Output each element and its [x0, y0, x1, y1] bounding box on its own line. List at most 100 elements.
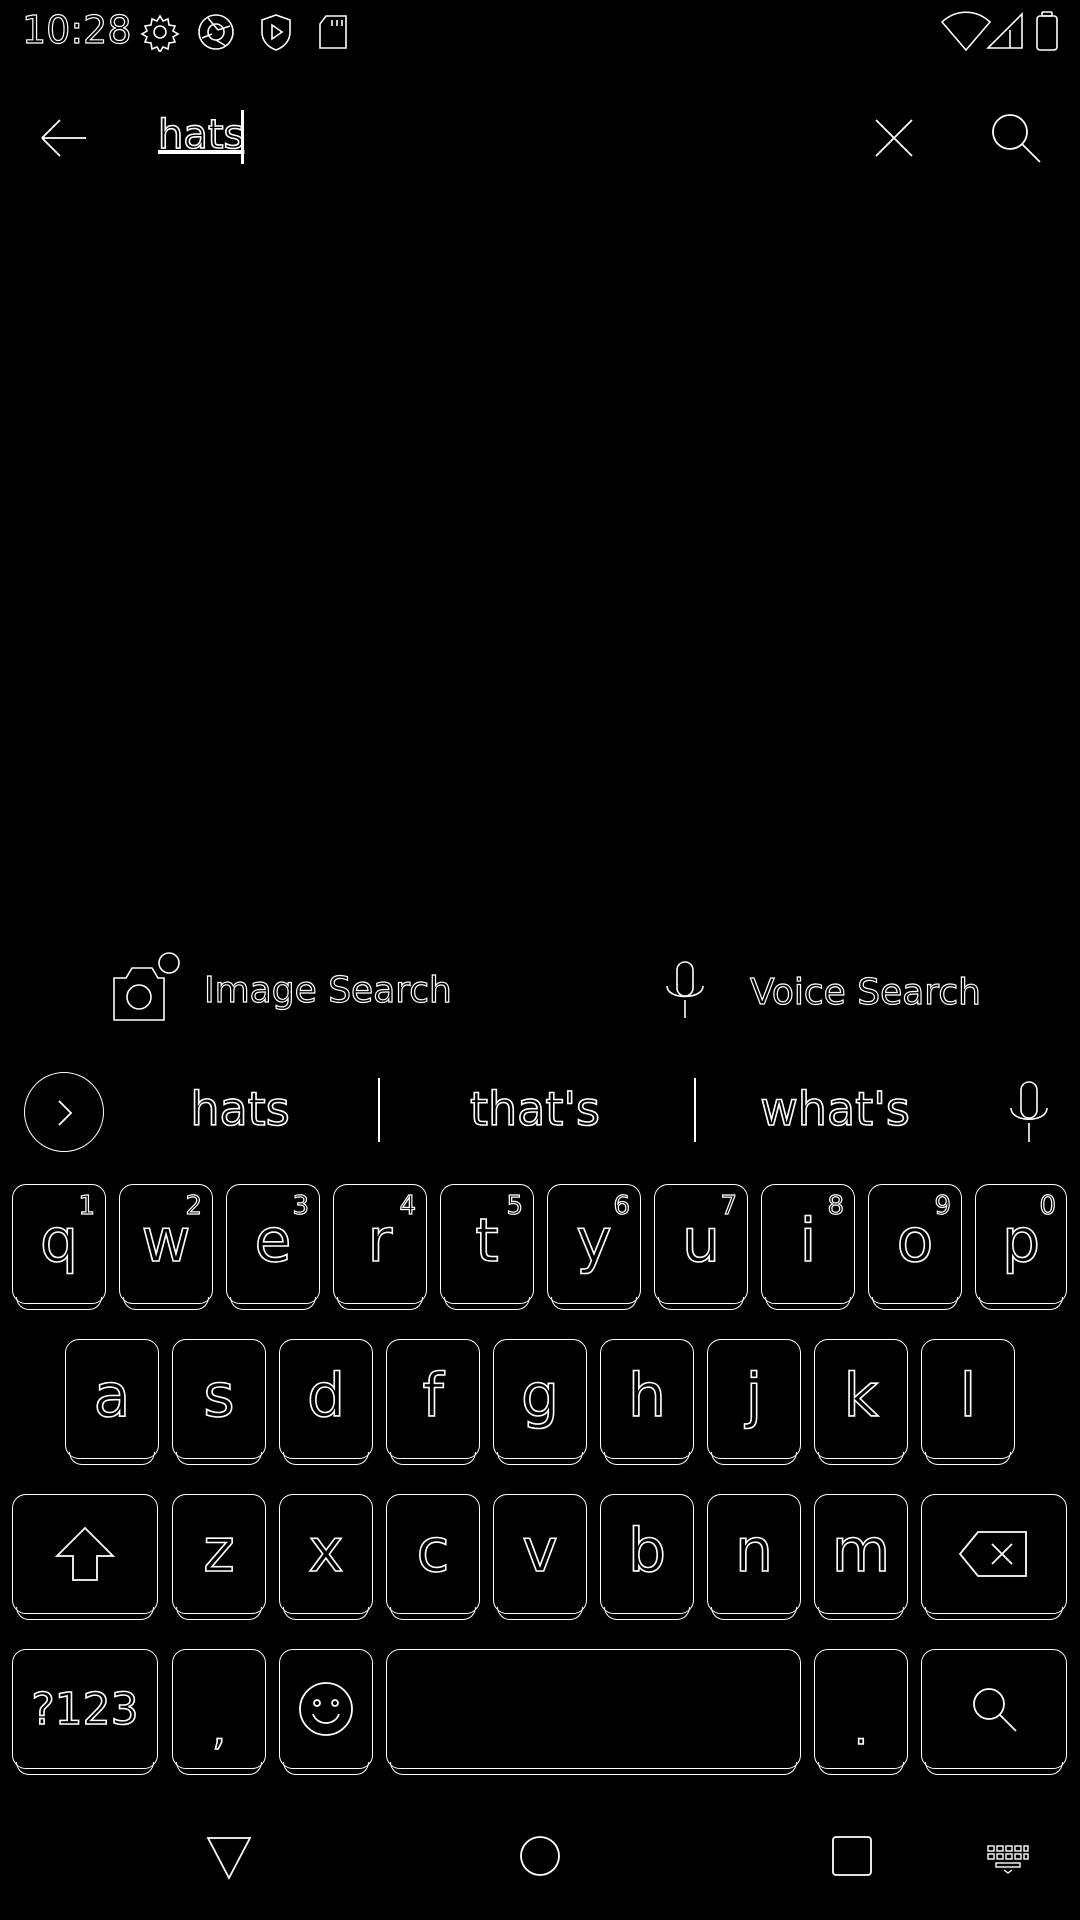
- key-p[interactable]: p0: [975, 1184, 1067, 1310]
- suggestion-item[interactable]: hats: [120, 1081, 360, 1137]
- key-label: v: [521, 1515, 558, 1587]
- key-label: k: [843, 1360, 879, 1432]
- microphone-icon[interactable]: [1004, 1080, 1054, 1144]
- key-label: u: [681, 1205, 721, 1277]
- suggestion-item[interactable]: what's: [710, 1081, 960, 1137]
- voice-search-label: Voice Search: [749, 971, 981, 1013]
- shift-key[interactable]: [12, 1494, 158, 1620]
- key-c[interactable]: c: [386, 1494, 480, 1620]
- key-label: i: [799, 1205, 817, 1277]
- key-y[interactable]: y6: [547, 1184, 641, 1310]
- backspace-icon: [958, 1531, 1027, 1577]
- comma-key[interactable]: ,: [172, 1649, 266, 1775]
- search-input[interactable]: hats: [157, 111, 245, 159]
- key-x[interactable]: x: [279, 1494, 373, 1620]
- key-o[interactable]: o9: [868, 1184, 962, 1310]
- settings-icon: [140, 14, 180, 52]
- key-s[interactable]: s: [172, 1339, 266, 1465]
- key-label: s: [203, 1360, 236, 1432]
- period-key[interactable]: .: [814, 1649, 908, 1775]
- key-hint: 7: [720, 1190, 738, 1221]
- key-hint: 1: [78, 1190, 96, 1221]
- battery-icon: [1036, 11, 1058, 51]
- emoji-icon: [299, 1682, 353, 1736]
- key-u[interactable]: u7: [654, 1184, 748, 1310]
- back-arrow-icon[interactable]: [34, 108, 94, 168]
- key-label: j: [745, 1360, 763, 1432]
- key-j[interactable]: j: [707, 1339, 801, 1465]
- key-h[interactable]: h: [600, 1339, 694, 1465]
- navigation-bar: [0, 1800, 1080, 1920]
- key-hint: 4: [399, 1190, 417, 1221]
- key-m[interactable]: m: [814, 1494, 908, 1620]
- key-r[interactable]: r4: [333, 1184, 427, 1310]
- chevron-right-icon: [58, 1100, 73, 1126]
- key-label: f: [422, 1360, 445, 1432]
- camera-shutter-icon: [198, 14, 234, 50]
- key-label: d: [306, 1360, 346, 1432]
- key-g[interactable]: g: [493, 1339, 587, 1465]
- key-label: m: [831, 1515, 891, 1587]
- backspace-key[interactable]: [921, 1494, 1067, 1620]
- key-hint: 2: [185, 1190, 203, 1221]
- recents-square-icon[interactable]: [830, 1834, 874, 1878]
- symbols-key[interactable]: ?123: [12, 1649, 158, 1775]
- key-i[interactable]: i8: [761, 1184, 855, 1310]
- home-circle-icon[interactable]: [518, 1834, 562, 1878]
- key-hint: 0: [1039, 1190, 1057, 1221]
- key-hint: 9: [934, 1190, 952, 1221]
- shift-arrow-icon: [54, 1526, 116, 1581]
- key-v[interactable]: v: [493, 1494, 587, 1620]
- search-header: hats: [0, 88, 1080, 188]
- status-time: 10:28: [21, 7, 132, 52]
- expand-suggestions-button[interactable]: [24, 1072, 104, 1152]
- close-icon[interactable]: [866, 110, 922, 166]
- key-k[interactable]: k: [814, 1339, 908, 1465]
- search-icon[interactable]: [986, 108, 1046, 168]
- suggestion-divider: [694, 1078, 697, 1142]
- key-label: q: [39, 1205, 79, 1277]
- suggestion-item[interactable]: that's: [400, 1081, 670, 1137]
- key-hint: 6: [613, 1190, 631, 1221]
- suggestion-divider: [378, 1078, 381, 1142]
- keyboard-switch-icon[interactable]: [986, 1844, 1030, 1874]
- status-bar: 10:28: [0, 0, 1080, 64]
- key-b[interactable]: b: [600, 1494, 694, 1620]
- image-search-label: Image Search: [203, 969, 452, 1011]
- key-hint: 8: [827, 1190, 845, 1221]
- key-t[interactable]: t5: [440, 1184, 534, 1310]
- voice-search-button[interactable]: Voice Search: [660, 960, 990, 1030]
- key-label: h: [627, 1360, 667, 1432]
- search-action-key[interactable]: [921, 1649, 1067, 1775]
- key-label: e: [254, 1205, 293, 1277]
- key-label: b: [627, 1515, 667, 1587]
- symbols-label: ?123: [31, 1683, 140, 1736]
- key-label: n: [734, 1515, 774, 1587]
- key-w[interactable]: w2: [119, 1184, 213, 1310]
- back-triangle-icon[interactable]: [206, 1836, 252, 1880]
- key-label: a: [93, 1360, 131, 1432]
- image-search-button[interactable]: Image Search: [108, 950, 468, 1030]
- key-z[interactable]: z: [172, 1494, 266, 1620]
- key-l[interactable]: l: [921, 1339, 1015, 1465]
- suggestion-strip: hats that's what's: [0, 1064, 1080, 1160]
- key-label: x: [307, 1515, 344, 1587]
- key-hint: 5: [506, 1190, 524, 1221]
- key-hint: 3: [292, 1190, 310, 1221]
- key-f[interactable]: f: [386, 1339, 480, 1465]
- key-a[interactable]: a: [65, 1339, 159, 1465]
- key-label: l: [959, 1360, 977, 1432]
- text-caret: [241, 110, 244, 164]
- key-d[interactable]: d: [279, 1339, 373, 1465]
- key-q[interactable]: q1: [12, 1184, 106, 1310]
- key-n[interactable]: n: [707, 1494, 801, 1620]
- emoji-key[interactable]: [279, 1649, 373, 1775]
- key-label: g: [520, 1360, 560, 1432]
- shield-play-icon: [261, 14, 291, 51]
- key-e[interactable]: e3: [226, 1184, 320, 1310]
- key-label: y: [575, 1205, 612, 1277]
- key-label: w: [141, 1205, 192, 1277]
- key-label: c: [416, 1515, 451, 1587]
- space-key[interactable]: [386, 1649, 801, 1775]
- key-label: t: [474, 1205, 499, 1277]
